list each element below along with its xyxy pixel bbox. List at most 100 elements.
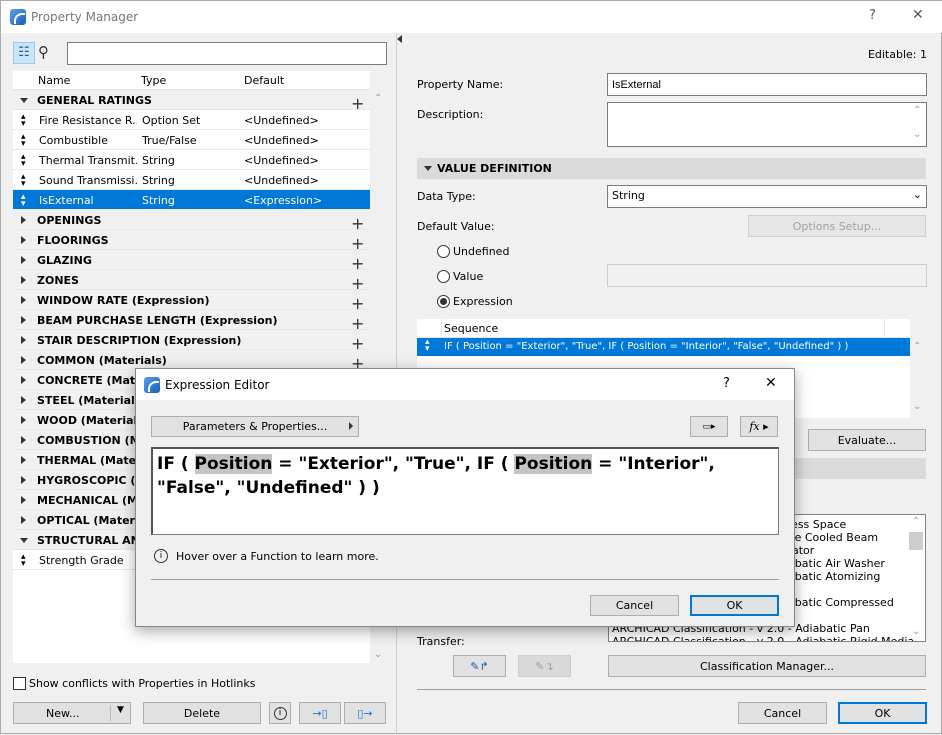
import-button[interactable]: →▯ <box>299 702 341 724</box>
drag-handle-icon[interactable]: ▴ ▾ <box>21 194 26 208</box>
search-input[interactable] <box>67 42 387 65</box>
info-button[interactable]: i <box>269 702 291 724</box>
column-default[interactable]: Default <box>244 74 284 87</box>
classification-scrollbar-thumb[interactable] <box>909 532 923 550</box>
tree-row[interactable]: ▴ ▾ IsExternal String <Expression> <box>13 190 370 210</box>
drag-handle-icon[interactable]: ▴ ▾ <box>21 114 26 128</box>
export-button[interactable]: ▯→ <box>344 702 386 724</box>
collapsed-icon[interactable] <box>21 316 26 324</box>
tree-group[interactable]: WINDOW RATE (Expression) + <box>13 290 370 313</box>
collapsed-icon[interactable] <box>21 256 26 264</box>
functions-button[interactable]: fx ▸ <box>740 416 778 437</box>
radio-value[interactable] <box>437 270 450 283</box>
expression-input[interactable]: IF ( Position = "Exterior", "True", IF (… <box>151 447 779 535</box>
cancel-button[interactable]: Cancel <box>738 702 827 724</box>
column-name[interactable]: Name <box>38 74 70 87</box>
tree-group[interactable]: GLAZING + <box>13 250 370 273</box>
group-label: WOOD (Materials) <box>37 414 149 427</box>
expanded-icon[interactable] <box>20 98 28 103</box>
tree-group[interactable]: OPENINGS + <box>13 210 370 233</box>
search-icon[interactable]: ⚲ <box>38 43 49 61</box>
tree-group[interactable]: COMMON (Materials) + <box>13 350 370 373</box>
collapsed-icon[interactable] <box>21 216 26 224</box>
show-conflicts-checkbox[interactable] <box>13 677 26 690</box>
drag-handle-icon[interactable]: ▴ ▾ <box>425 338 430 354</box>
sequence-scroll-up[interactable]: ⌃ <box>913 341 921 352</box>
collapsed-icon[interactable] <box>21 296 26 304</box>
ruler-icon: ▭▸ <box>702 421 716 432</box>
classification-item[interactable]: ARCHICAD Classification - v 2.0 - Adiaba… <box>612 635 914 641</box>
radio-expression[interactable] <box>437 295 450 308</box>
tree-row[interactable]: ▴ ▾ Combustible True/False <Undefined> <box>13 130 370 150</box>
evaluate-button[interactable]: Evaluate... <box>808 429 926 451</box>
tree-group[interactable]: ZONES + <box>13 270 370 293</box>
editable-count: Editable: 1 <box>867 48 927 61</box>
collapsed-icon[interactable] <box>21 236 26 244</box>
description-scroll-up[interactable]: ⌃ <box>913 105 921 116</box>
tree-view-icon[interactable]: ☷ <box>13 42 35 64</box>
expr-parameter[interactable]: Position <box>514 454 593 474</box>
collapsed-icon[interactable] <box>21 276 26 284</box>
tree-row[interactable]: ▴ ▾ Thermal Transmit... String <Undefined> <box>13 150 370 170</box>
description-scroll-down[interactable]: ⌄ <box>913 129 921 140</box>
collapsed-icon[interactable] <box>21 356 26 364</box>
collapsed-icon[interactable] <box>21 516 26 524</box>
classification-item[interactable]: iabatic Air Washer <box>785 557 885 570</box>
expr-parameter[interactable]: Position <box>194 454 273 474</box>
classification-item[interactable]: iabatic Atomizing <box>785 570 880 583</box>
property-name-input[interactable] <box>607 73 927 96</box>
drag-handle-icon[interactable]: ▴ ▾ <box>21 154 26 168</box>
sequence-row[interactable]: ▴ ▾ IF ( Position = "Exterior", "True", I… <box>417 338 910 356</box>
classification-scroll-down[interactable]: ⌄ <box>912 626 920 637</box>
dialog-cancel-button[interactable]: Cancel <box>590 595 679 616</box>
dialog-close-button[interactable]: ✕ <box>765 375 777 391</box>
sequence-scroll-down[interactable]: ⌄ <box>913 401 921 412</box>
tree-row[interactable]: ▴ ▾ Fire Resistance R... Option Set <Undefin… <box>13 110 370 130</box>
tree-row[interactable]: ▴ ▾ Sound Transmissi... String <Undefined> <box>13 170 370 190</box>
description-textarea[interactable] <box>607 102 927 147</box>
value-definition-header[interactable]: VALUE DEFINITION <box>417 158 926 179</box>
collapsed-icon[interactable] <box>21 436 26 444</box>
new-button[interactable]: New... ▼ <box>13 702 131 724</box>
scroll-up-arrow[interactable]: ⌃ <box>374 93 382 104</box>
collapsed-icon[interactable] <box>21 336 26 344</box>
collapsed-icon[interactable] <box>21 396 26 404</box>
drag-handle-icon[interactable]: ▴ ▾ <box>21 554 26 568</box>
ok-button[interactable]: OK <box>838 702 927 724</box>
units-button[interactable]: ▭▸ <box>690 416 728 437</box>
classification-item[interactable]: iabatic Compressed <box>785 596 894 609</box>
collapse-panel-icon[interactable] <box>397 35 402 43</box>
dialog-help-button[interactable]: ? <box>723 376 730 391</box>
collapsed-icon[interactable] <box>21 476 26 484</box>
drag-handle-icon[interactable]: ▴ ▾ <box>21 134 26 148</box>
classification-scroll-up[interactable]: ⌃ <box>912 516 920 527</box>
dialog-ok-button[interactable]: OK <box>690 595 779 616</box>
tree-group[interactable]: GENERAL RATINGS + <box>13 90 370 113</box>
tree-group[interactable]: FLOORINGS + <box>13 230 370 253</box>
collapsed-icon[interactable] <box>21 416 26 424</box>
value-input[interactable] <box>607 264 927 287</box>
classification-manager-button[interactable]: Classification Manager... <box>608 655 926 677</box>
close-button[interactable]: ✕ <box>912 7 924 23</box>
transfer-inject-button[interactable]: ✎↴ <box>518 655 571 677</box>
classification-item[interactable]: ive Cooled Beam <box>785 531 878 544</box>
collapsed-icon[interactable] <box>21 376 26 384</box>
help-button[interactable]: ? <box>869 8 876 23</box>
delete-button[interactable]: Delete <box>143 702 261 724</box>
sequence-column: Sequence <box>444 322 499 335</box>
radio-undefined[interactable] <box>437 245 450 258</box>
transfer-pick-button[interactable]: ✎↱ <box>453 655 506 677</box>
group-label: WINDOW RATE (Expression) <box>37 294 210 307</box>
collapsed-icon[interactable] <box>21 456 26 464</box>
collapsed-icon[interactable] <box>21 496 26 504</box>
data-type-select[interactable]: String ⌄ <box>607 185 927 208</box>
drag-handle-icon[interactable]: ▴ ▾ <box>21 174 26 188</box>
new-dropdown-icon[interactable]: ▼ <box>110 705 124 721</box>
options-setup-button[interactable]: Options Setup... <box>748 215 926 237</box>
tree-group[interactable]: STAIR DESCRIPTION (Expression) + <box>13 330 370 353</box>
column-type[interactable]: Type <box>141 74 166 87</box>
tree-group[interactable]: BEAM PURCHASE LENGTH (Expression) + <box>13 310 370 333</box>
expanded-icon[interactable] <box>20 538 28 543</box>
parameters-properties-button[interactable]: Parameters & Properties... <box>151 416 359 437</box>
scroll-down-arrow[interactable]: ⌄ <box>374 649 382 660</box>
